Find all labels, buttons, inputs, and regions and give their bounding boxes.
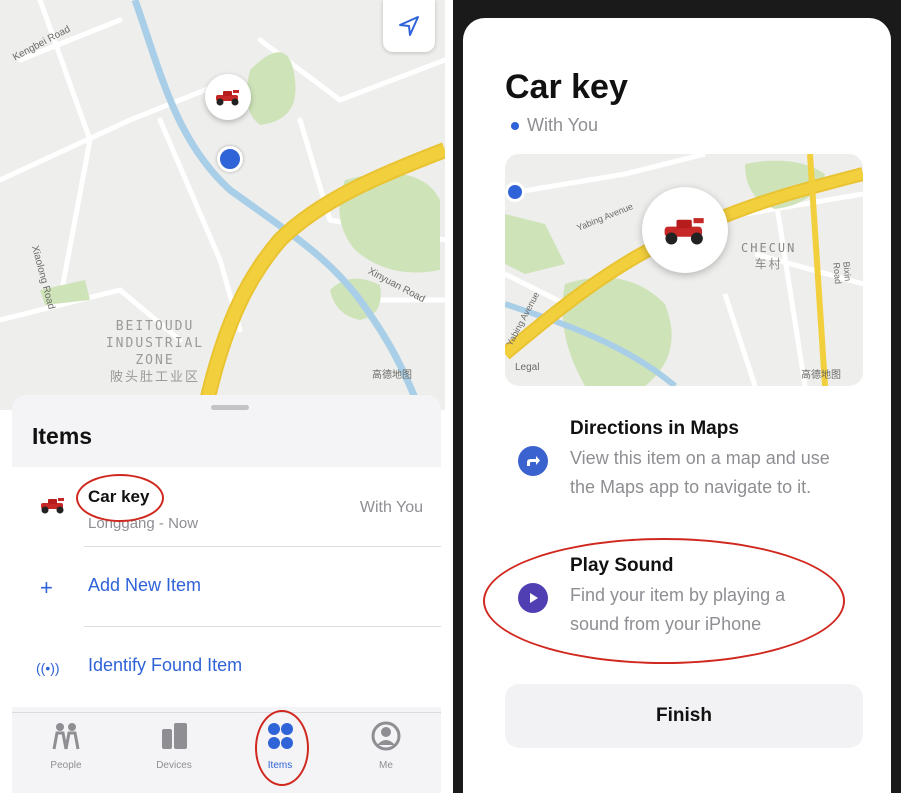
tab-label: Devices xyxy=(156,760,192,771)
option-title: Directions in Maps xyxy=(570,418,739,439)
race-car-icon xyxy=(41,498,64,514)
district-label: BEITOUDU INDUSTRIAL ZONE 陂头肚工业区 xyxy=(100,318,210,386)
district-label-cn: 陂头肚工业区 xyxy=(109,370,200,385)
finish-button[interactable]: Finish xyxy=(505,684,863,748)
car-key-map-pin[interactable] xyxy=(642,187,728,273)
tab-label: Me xyxy=(379,760,393,771)
map-view[interactable]: BEITOUDU INDUSTRIAL ZONE 陂头肚工业区 Kengbei … xyxy=(0,0,445,410)
village-label: CHECUN 车村 xyxy=(741,240,796,272)
race-car-icon xyxy=(216,90,239,106)
devices-icon xyxy=(162,723,187,749)
item-location-status-text: With You xyxy=(527,115,599,135)
tab-people[interactable]: People xyxy=(26,721,106,771)
district-label-line: ZONE xyxy=(135,353,175,368)
tab-bar: People Devices Items Me xyxy=(12,712,441,793)
plus-icon: + xyxy=(40,575,53,600)
district-label-line: INDUSTRIAL xyxy=(105,336,205,351)
list-item-car-key[interactable]: Car key Longgang - Now With You xyxy=(12,467,441,547)
location-arrow-icon xyxy=(399,16,419,36)
item-title: Car key xyxy=(505,68,628,106)
race-car-icon xyxy=(664,218,704,245)
village-label-en: CHECUN xyxy=(741,241,797,255)
current-location-dot xyxy=(217,146,243,172)
sheet-title: Items xyxy=(32,423,93,449)
map-legal-mark: 高德地图 xyxy=(372,370,412,381)
item-map-preview[interactable]: CHECUN 车村 Yabing Avenue Yabing Avenue Bi… xyxy=(505,154,863,386)
option-description: View this item on a map and use the Maps… xyxy=(570,448,830,497)
items-sheet: Items Car key Longgang - Now With You + … xyxy=(12,395,441,793)
village-label-cn: 车村 xyxy=(754,257,783,271)
people-icon xyxy=(52,723,80,750)
me-icon xyxy=(371,721,401,751)
directions-arrow-icon xyxy=(518,446,548,476)
sheet-grabber[interactable] xyxy=(211,405,249,410)
broadcast-icon: ((•)) xyxy=(36,660,60,676)
status-dot-icon xyxy=(511,122,519,131)
add-new-item-label: Add New Item xyxy=(88,575,202,595)
add-new-item-button[interactable]: + Add New Item xyxy=(12,547,441,627)
map-legal-mark: 高德地图 xyxy=(801,370,841,381)
tab-me[interactable]: Me xyxy=(346,721,426,771)
identify-found-item-label: Identify Found Item xyxy=(88,655,243,675)
item-location-status: With You xyxy=(511,115,598,136)
tab-devices[interactable]: Devices xyxy=(134,721,214,771)
current-location-dot xyxy=(505,182,525,202)
item-detail-screen: Car key With You CHECUN 车村 Yabing Avenue… xyxy=(453,0,901,793)
highlight-oval-car-key xyxy=(76,474,164,522)
map-legal-link[interactable]: Legal xyxy=(515,362,539,373)
item-status: With You xyxy=(359,499,423,516)
street-label: Bixin Road xyxy=(831,261,853,285)
identify-found-item-button[interactable]: ((•)) Identify Found Item xyxy=(12,627,441,707)
find-my-items-screen: BEITOUDU INDUSTRIAL ZONE 陂头肚工业区 Kengbei … xyxy=(0,0,445,793)
car-key-map-pin[interactable] xyxy=(205,74,251,120)
highlight-oval-play-sound xyxy=(483,538,845,664)
tab-label: People xyxy=(50,760,82,771)
location-arrow-button[interactable] xyxy=(383,0,435,52)
highlight-oval-items-tab xyxy=(255,710,309,786)
item-detail-card: Car key With You CHECUN 车村 Yabing Avenue… xyxy=(463,18,891,793)
map-graphics xyxy=(0,0,445,410)
district-label-line: BEITOUDU xyxy=(115,319,195,334)
